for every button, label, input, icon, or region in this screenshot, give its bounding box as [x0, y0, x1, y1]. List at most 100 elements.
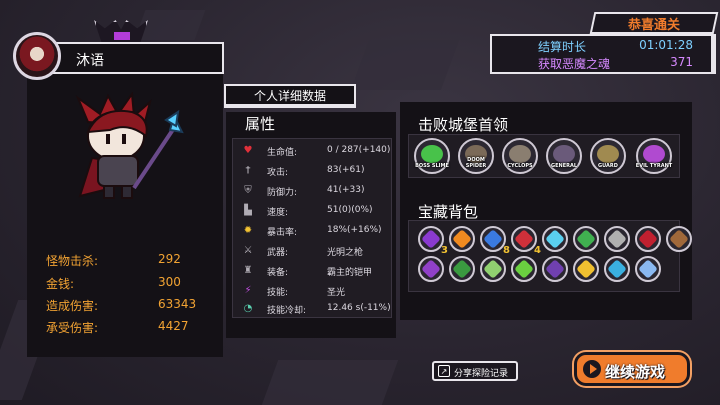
attr-value: 18%(+16%) [327, 225, 382, 235]
green-sword-icon[interactable] [573, 226, 599, 252]
attr-label: 装备: [267, 268, 289, 278]
souls-label: 获取恶魔之魂 [538, 57, 611, 71]
boss-caption: EVIL TYRANT [635, 163, 673, 169]
boss-slime-icon: BOSS SLIME [414, 138, 450, 174]
dragon-eye-icon[interactable] [511, 256, 537, 282]
souls-row: 获取恶魔之魂 371 [492, 55, 701, 72]
blue-swirl-icon[interactable] [604, 256, 630, 282]
attr-defense: ⛨ 防御力: 41(+33) [241, 181, 391, 201]
purple-scythe-icon[interactable] [418, 256, 444, 282]
tab-detailed-data-label: 个人详细数据 [253, 88, 326, 103]
attr-label: 技能冷却: [267, 306, 307, 316]
boss-caption: CYCLOPS [507, 163, 533, 169]
stat-kills: 怪物击杀: 292 [46, 252, 206, 270]
item-count: 4 [534, 245, 541, 256]
attr-label: 暴击率: [267, 228, 298, 238]
blue-orb-icon[interactable]: 8 [480, 226, 510, 256]
attr-label: 生命值: [267, 148, 298, 158]
item-glyph [607, 229, 627, 249]
souls-value: 371 [670, 55, 693, 69]
share-icon: ↗ [438, 365, 450, 377]
attr-crit: ✹ 暴击率: 18%(+16%) [241, 221, 391, 241]
tab-detailed-data[interactable]: 个人详细数据 [224, 84, 356, 108]
play-time-value: 01:01:28 [639, 38, 693, 52]
share-record-button[interactable]: ↗ 分享探险记录 [432, 361, 518, 381]
item-count: 8 [503, 245, 510, 256]
attr-label: 武器: [267, 248, 289, 258]
stat-label: 造成伤害: [46, 299, 99, 313]
heart-icon: ♥ [243, 144, 253, 156]
boss-caption: BOSS SLIME [415, 163, 449, 169]
purple-crystal-icon[interactable]: 3 [418, 226, 448, 256]
attr-value: 51(0)(0%) [327, 205, 373, 215]
bosses-title: 击败城堡首领 [418, 116, 509, 134]
item-glyph [638, 259, 658, 279]
gauntlet-icon[interactable] [604, 226, 630, 252]
stat-value: 4427 [158, 319, 189, 333]
boss-spider-icon: DOOM SPIDER [458, 138, 494, 174]
item-glyph [514, 259, 534, 279]
clear-banner-label: 恭喜通关 [627, 17, 680, 33]
skill-icon: ⚡ [244, 284, 252, 296]
attr-weapon: ⚔ 武器: 光明之枪 [241, 241, 391, 261]
item-glyph [576, 229, 596, 249]
cooldown-icon: ◔ [243, 302, 253, 314]
green-egg-icon[interactable] [480, 256, 506, 282]
item-glyph [421, 259, 441, 279]
attributes-title: 属性 [245, 115, 276, 133]
attr-attack: † 攻击: 83(+61) [241, 161, 391, 181]
attr-label: 攻击: [267, 168, 289, 178]
armor-icon: ♜ [243, 264, 253, 276]
item-glyph [514, 229, 534, 249]
share-record-label: 分享探险记录 [454, 369, 509, 379]
item-glyph [545, 229, 565, 249]
stat-value: 300 [158, 275, 181, 289]
attr-label: 技能: [267, 288, 289, 298]
result-summary: 结算时长 01:01:28 获取恶魔之魂 371 [490, 34, 716, 74]
bag-title: 宝藏背包 [418, 203, 479, 221]
attr-armor: ♜ 装备: 霸主的铠甲 [241, 261, 391, 281]
brown-claw-icon[interactable] [666, 226, 692, 252]
green-helmet-icon[interactable] [449, 256, 475, 282]
crystal-spear-icon[interactable] [635, 256, 661, 282]
gold-wings-icon[interactable] [573, 256, 599, 282]
item-glyph [576, 259, 596, 279]
red-claw-icon[interactable] [635, 226, 661, 252]
red-heart-icon[interactable]: 4 [511, 226, 541, 256]
play-time-label: 结算时长 [538, 40, 587, 54]
continue-game-button[interactable]: 继续游戏 [574, 352, 690, 386]
ice-sword-icon[interactable] [542, 226, 568, 252]
item-count: 3 [441, 245, 448, 256]
stat-damage-dealt: 造成伤害: 63343 [46, 297, 206, 315]
attributes-list: ♥ 生命值: 0 / 287(+140) † 攻击: 83(+61) ⛨ 防御力… [232, 138, 392, 318]
attr-value: 光明之枪 [327, 248, 364, 258]
attr-value: 83(+61) [327, 165, 365, 175]
boss-caption: GUARD [598, 163, 618, 169]
hero-name: 沐语 [76, 53, 104, 69]
weapon-icon: ⚔ [243, 244, 253, 256]
burst-icon: ✹ [243, 224, 253, 236]
stat-value: 292 [158, 252, 181, 266]
stat-value: 63343 [158, 297, 197, 311]
boss-general-icon: GENERAL [546, 138, 582, 174]
attr-label: 防御力: [267, 188, 298, 198]
item-glyph [421, 229, 441, 249]
attr-skill: ⚡ 技能: 圣光 [241, 281, 391, 301]
boss-tyrant-icon: EVIL TYRANT [636, 138, 672, 174]
attr-hp: ♥ 生命值: 0 / 287(+140) [241, 141, 391, 161]
attr-speed: ▙ 速度: 51(0)(0%) [241, 201, 391, 221]
attr-value: 圣光 [327, 288, 346, 298]
stat-damage-taken: 承受伤害: 4427 [46, 319, 206, 337]
item-glyph [452, 259, 472, 279]
attr-label: 速度: [267, 208, 289, 218]
flame-gem-icon[interactable] [449, 226, 475, 252]
boss-caption: DOOM SPIDER [465, 157, 487, 169]
play-icon [583, 360, 601, 378]
dark-shield-icon[interactable] [542, 256, 568, 282]
attr-cooldown: ◔ 技能冷却: 12.46 s(-11%) [241, 299, 391, 319]
shield-icon: ⛨ [244, 184, 252, 196]
attr-value: 41(+33) [327, 185, 365, 195]
boss-guard-icon: GUARD [590, 138, 626, 174]
stat-label: 承受伤害: [46, 321, 99, 335]
play-time-row: 结算时长 01:01:28 [492, 38, 701, 55]
